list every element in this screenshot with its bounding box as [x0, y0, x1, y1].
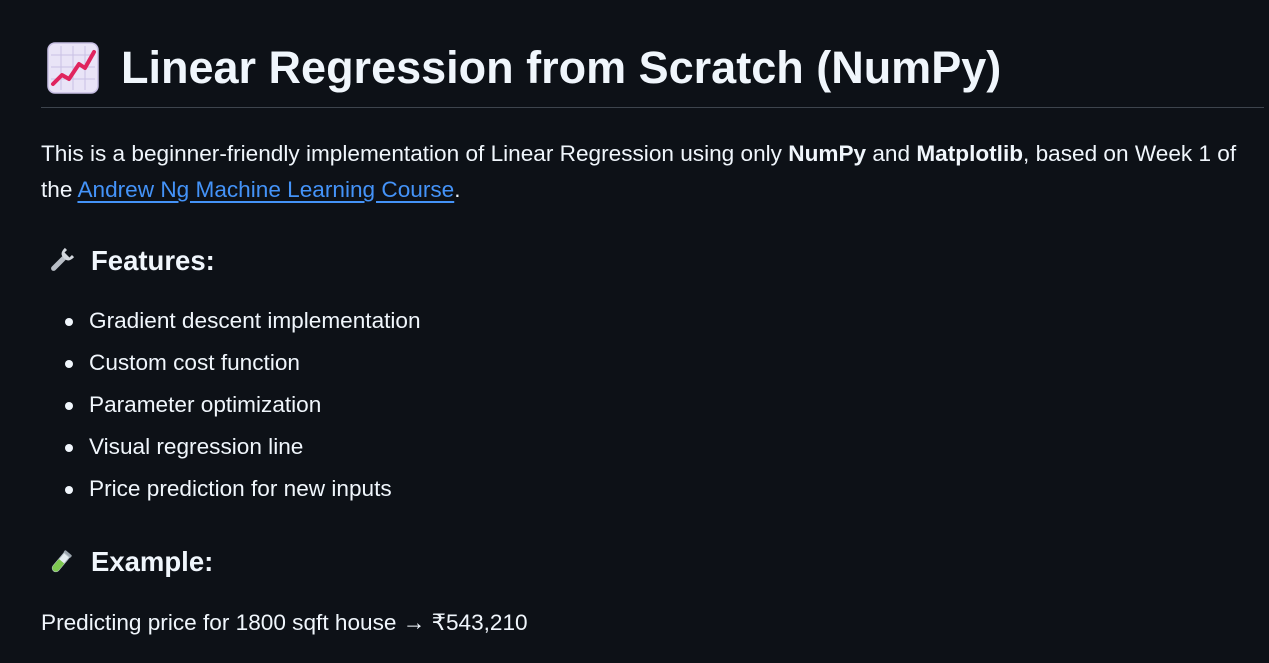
chart-increasing-icon [47, 42, 99, 94]
list-item: Visual regression line [0, 426, 421, 468]
list-item: Gradient descent implementation [0, 300, 421, 342]
intro-prefix: This is a beginner-friendly implementati… [41, 141, 789, 166]
numpy-bold: NumPy [788, 141, 867, 166]
list-item-text: Custom cost function [89, 350, 300, 375]
bullet-dot [65, 444, 73, 452]
bullet-dot [65, 318, 73, 326]
example-heading: Example: [46, 542, 213, 582]
list-item-text: Parameter optimization [89, 392, 322, 417]
bullet-dot [65, 402, 73, 410]
bullet-dot [65, 486, 73, 494]
list-item: Price prediction for new inputs [0, 468, 421, 510]
list-item: Custom cost function [0, 342, 421, 384]
features-list: Gradient descent implementation Custom c… [0, 300, 421, 510]
example-heading-text: Example: [91, 546, 214, 577]
intro-suffix: . [454, 177, 461, 202]
page-title: Linear Regression from Scratch (NumPy) [41, 36, 1264, 108]
list-item-text: Price prediction for new inputs [89, 476, 392, 501]
features-heading: Features: [46, 241, 215, 281]
readme-document: Linear Regression from Scratch (NumPy) T… [0, 0, 1269, 663]
list-item: Parameter optimization [0, 384, 421, 426]
matplotlib-bold: Matplotlib [916, 141, 1024, 166]
course-link[interactable]: Andrew Ng Machine Learning Course [77, 177, 454, 202]
bullet-dot [65, 360, 73, 368]
list-item-text: Gradient descent implementation [89, 308, 421, 333]
example-paragraph: Predicting price for 1800 sqft house → ₹… [41, 610, 528, 635]
page-title-text: Linear Regression from Scratch (NumPy) [121, 42, 1002, 93]
list-item-text: Visual regression line [89, 434, 304, 459]
features-heading-text: Features: [91, 245, 215, 276]
intro-mid: and [866, 141, 917, 166]
test-tube-icon [51, 550, 72, 573]
intro-paragraph: This is a beginner-friendly implementati… [41, 136, 1266, 208]
wrench-icon [51, 247, 75, 271]
